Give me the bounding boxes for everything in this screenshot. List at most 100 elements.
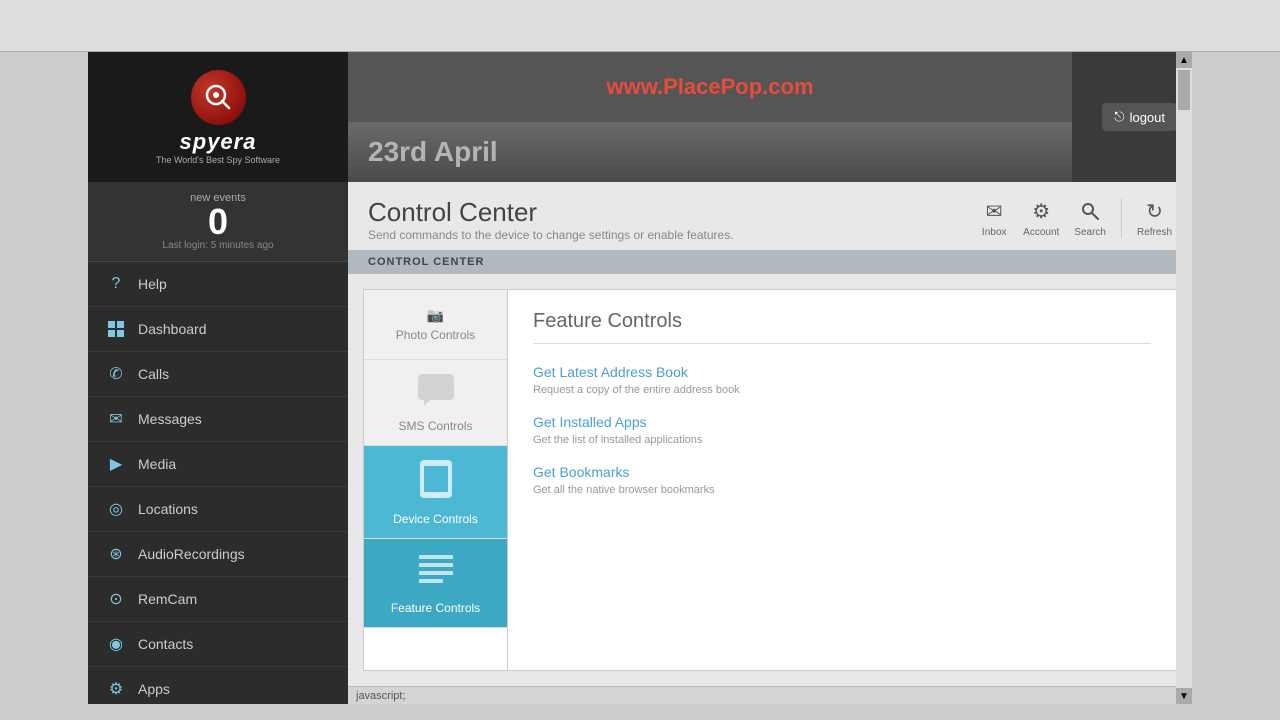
toolbar-inbox[interactable]: ✉ Inbox <box>980 197 1008 238</box>
toolbar-account-label: Account <box>1023 227 1059 238</box>
browser-window: spyera The World's Best Spy Software www… <box>0 0 1280 720</box>
search-icon <box>1076 197 1104 225</box>
nav-label-remcam: RemCam <box>138 591 197 607</box>
nav-label-audiorecordings: AudioRecordings <box>138 546 245 562</box>
remcam-icon: ⊙ <box>106 589 126 609</box>
scroll-track <box>1176 68 1192 688</box>
header-banner: www.PlacePop.com <box>348 52 1072 122</box>
nav-label-calls: Calls <box>138 366 169 382</box>
logo-icon <box>191 70 246 125</box>
inbox-icon: ✉ <box>980 197 1008 225</box>
installed-apps-desc: Get the list of installed applications <box>533 434 1151 446</box>
new-events-count: 0 <box>98 204 338 240</box>
messages-icon: ✉ <box>106 409 126 429</box>
sidebar-item-locations[interactable]: ◎ Locations <box>88 487 348 532</box>
new-events-box: new events 0 Last login: 5 minutes ago <box>88 182 348 262</box>
scroll-thumb[interactable] <box>1178 70 1190 110</box>
refresh-icon: ↻ <box>1140 197 1168 225</box>
device-controls-icon <box>418 458 454 508</box>
banner-url: www.PlacePop.com <box>606 74 813 100</box>
toolbar-refresh[interactable]: ↻ Refresh <box>1137 197 1172 238</box>
page-header: Control Center Send commands to the devi… <box>348 182 1192 250</box>
panel-device-label: Device Controls <box>393 512 478 526</box>
sidebar-item-messages[interactable]: ✉ Messages <box>88 397 348 442</box>
header-middle: www.PlacePop.com 23rd April <box>348 52 1072 182</box>
panels-sidebar: 📷 Photo Controls SMS Controls <box>363 289 508 671</box>
feature-link-item-installed-apps: Get Installed Apps Get the list of insta… <box>533 414 1151 446</box>
header-toolbar: ✉ Inbox ⚙ Account Search <box>980 197 1172 238</box>
sidebar-item-apps[interactable]: ⚙ Apps <box>88 667 348 704</box>
locations-icon: ◎ <box>106 499 126 519</box>
sidebar-item-media[interactable]: ▶ Media <box>88 442 348 487</box>
get-bookmarks-link[interactable]: Get Bookmarks <box>533 464 629 480</box>
nav-label-apps: Apps <box>138 681 170 697</box>
apps-icon: ⚙ <box>106 679 126 699</box>
nav-label-messages: Messages <box>138 411 202 427</box>
sidebar-item-remcam[interactable]: ⊙ RemCam <box>88 577 348 622</box>
app-header: spyera The World's Best Spy Software www… <box>88 52 1192 182</box>
toolbar-refresh-label: Refresh <box>1137 227 1172 238</box>
logout-icon: ⎋ <box>1114 109 1124 125</box>
get-installed-apps-link[interactable]: Get Installed Apps <box>533 414 647 430</box>
scroll-up-button[interactable]: ▲ <box>1176 52 1192 68</box>
logo-text: spyera <box>180 129 257 155</box>
control-content: 📷 Photo Controls SMS Controls <box>348 274 1192 686</box>
account-icon: ⚙ <box>1027 197 1055 225</box>
app-body: new events 0 Last login: 5 minutes ago ?… <box>88 182 1192 704</box>
sidebar-nav: ? Help Dashboard ✆ Calls ✉ <box>88 262 348 704</box>
sidebar-item-help[interactable]: ? Help <box>88 262 348 307</box>
app-container: spyera The World's Best Spy Software www… <box>88 52 1192 704</box>
panel-device-controls[interactable]: Device Controls <box>364 446 507 539</box>
feature-controls-icon <box>417 551 455 597</box>
logout-button[interactable]: ⎋ logout <box>1102 103 1177 131</box>
sidebar-item-audiorecordings[interactable]: ⊛ AudioRecordings <box>88 532 348 577</box>
address-book-desc: Request a copy of the entire address boo… <box>533 384 1151 396</box>
nav-label-media: Media <box>138 456 176 472</box>
toolbar-account[interactable]: ⚙ Account <box>1023 197 1059 238</box>
panel-photo-controls[interactable]: 📷 Photo Controls <box>364 290 507 360</box>
panel-photo-label: Photo Controls <box>396 328 475 342</box>
feature-controls-title: Feature Controls <box>533 310 1151 333</box>
panel-feature-label: Feature Controls <box>391 601 480 615</box>
header-actions: ⎋ logout <box>1072 52 1192 182</box>
logo-area: spyera The World's Best Spy Software <box>88 52 348 182</box>
main-content: Control Center Send commands to the devi… <box>348 182 1192 704</box>
feature-divider <box>533 343 1151 344</box>
nav-label-locations: Locations <box>138 501 198 517</box>
page-subtitle: Send commands to the device to change se… <box>368 228 734 242</box>
last-login-text: Last login: 5 minutes ago <box>98 240 338 251</box>
toolbar-search[interactable]: Search <box>1074 197 1106 238</box>
nav-label-help: Help <box>138 276 167 292</box>
audiorecordings-icon: ⊛ <box>106 544 126 564</box>
toolbar-search-label: Search <box>1074 227 1106 238</box>
help-icon: ? <box>106 274 126 294</box>
logout-label: logout <box>1130 110 1165 125</box>
scroll-down-button[interactable]: ▼ <box>1176 688 1192 704</box>
toolbar-inbox-label: Inbox <box>982 227 1006 238</box>
photo-controls-icon: 📷 <box>427 307 444 324</box>
nav-label-dashboard: Dashboard <box>138 321 207 337</box>
scrollbar[interactable]: ▲ ▼ <box>1176 52 1192 704</box>
breadcrumb: CONTROL CENTER <box>348 250 1192 274</box>
sidebar-item-contacts[interactable]: ◉ Contacts <box>88 622 348 667</box>
feature-link-item-bookmarks: Get Bookmarks Get all the native browser… <box>533 464 1151 496</box>
sms-controls-icon <box>416 372 456 415</box>
sidebar-item-dashboard[interactable]: Dashboard <box>88 307 348 352</box>
nav-label-contacts: Contacts <box>138 636 193 652</box>
panel-feature-controls[interactable]: Feature Controls <box>364 539 507 628</box>
page-title-area: Control Center Send commands to the devi… <box>368 197 734 242</box>
feature-panel: Feature Controls Get Latest Address Book… <box>508 289 1177 671</box>
panel-sms-label: SMS Controls <box>398 419 472 433</box>
browser-top-bar <box>0 0 1280 52</box>
sidebar-item-calls[interactable]: ✆ Calls <box>88 352 348 397</box>
status-text: javascript; <box>356 690 406 702</box>
sidebar: new events 0 Last login: 5 minutes ago ?… <box>88 182 348 704</box>
logo-tagline: The World's Best Spy Software <box>156 155 280 165</box>
header-date: 23rd April <box>368 136 498 168</box>
header-date-bar: 23rd April <box>348 122 1072 182</box>
get-address-book-link[interactable]: Get Latest Address Book <box>533 364 688 380</box>
page-title: Control Center <box>368 197 734 228</box>
bookmarks-desc: Get all the native browser bookmarks <box>533 484 1151 496</box>
feature-link-item-address-book: Get Latest Address Book Request a copy o… <box>533 364 1151 396</box>
panel-sms-controls[interactable]: SMS Controls <box>364 360 507 446</box>
